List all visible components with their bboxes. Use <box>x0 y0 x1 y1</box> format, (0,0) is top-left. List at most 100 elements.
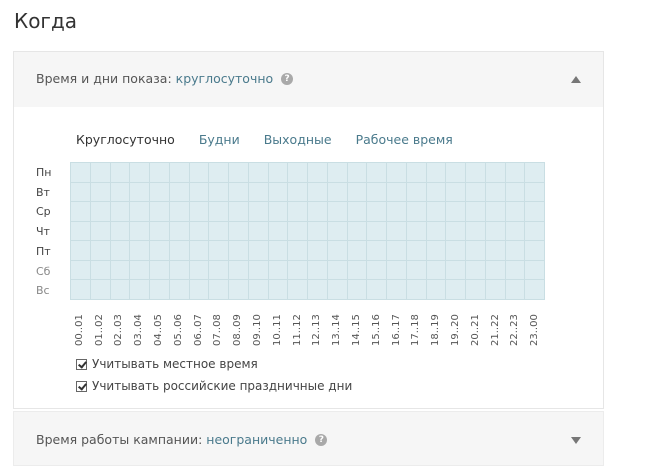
schedule-cell[interactable] <box>110 280 131 300</box>
chevron-down-icon[interactable] <box>571 437 581 444</box>
schedule-cell[interactable] <box>90 241 111 261</box>
schedule-cell[interactable] <box>446 202 466 222</box>
schedule-cell[interactable] <box>406 221 427 242</box>
schedule-cell[interactable] <box>426 163 447 183</box>
schedule-cell[interactable] <box>71 202 91 222</box>
schedule-cell[interactable] <box>327 163 348 183</box>
hour-label[interactable]: 20..21 <box>470 306 482 346</box>
schedule-cell[interactable] <box>229 163 249 183</box>
schedule-cell[interactable] <box>406 202 427 222</box>
hour-label[interactable]: 19..20 <box>450 306 462 346</box>
schedule-cell[interactable] <box>525 260 545 281</box>
hour-label[interactable]: 18..19 <box>430 306 442 346</box>
schedule-cell[interactable] <box>525 182 545 203</box>
schedule-cell[interactable] <box>367 202 387 222</box>
schedule-cell[interactable] <box>466 280 486 300</box>
schedule-cell[interactable] <box>446 182 466 203</box>
schedule-cell[interactable] <box>406 260 427 281</box>
schedule-cell[interactable] <box>347 221 368 242</box>
schedule-panel-header[interactable]: Время и дни показа: круглосуточно ? <box>14 52 603 107</box>
schedule-cell[interactable] <box>466 202 486 222</box>
schedule-cell[interactable] <box>229 241 249 261</box>
schedule-cell[interactable] <box>248 202 269 222</box>
schedule-cell[interactable] <box>347 241 368 261</box>
schedule-cell[interactable] <box>130 221 150 242</box>
schedule-cell[interactable] <box>466 260 486 281</box>
schedule-cell[interactable] <box>525 202 545 222</box>
schedule-cell[interactable] <box>268 241 289 261</box>
schedule-cell[interactable] <box>387 241 407 261</box>
schedule-cell[interactable] <box>387 280 407 300</box>
schedule-cell[interactable] <box>110 260 131 281</box>
schedule-cell[interactable] <box>485 280 506 300</box>
schedule-cell[interactable] <box>505 260 526 281</box>
schedule-cell[interactable] <box>485 221 506 242</box>
schedule-cell[interactable] <box>308 260 328 281</box>
schedule-cell[interactable] <box>169 260 190 281</box>
schedule-cell[interactable] <box>189 260 210 281</box>
schedule-cell[interactable] <box>426 260 447 281</box>
schedule-cell[interactable] <box>209 202 229 222</box>
schedule-cell[interactable] <box>466 221 486 242</box>
schedule-cell[interactable] <box>387 202 407 222</box>
schedule-cell[interactable] <box>229 221 249 242</box>
schedule-cell[interactable] <box>150 163 170 183</box>
schedule-cell[interactable] <box>248 260 269 281</box>
day-label[interactable]: Пн <box>36 163 51 183</box>
schedule-cell[interactable] <box>130 163 150 183</box>
schedule-cell[interactable] <box>505 280 526 300</box>
schedule-cell[interactable] <box>367 163 387 183</box>
hour-label[interactable]: 08..09 <box>232 306 244 346</box>
schedule-cell[interactable] <box>169 163 190 183</box>
schedule-cell[interactable] <box>71 221 91 242</box>
hour-label[interactable]: 16..17 <box>391 306 403 346</box>
schedule-cell[interactable] <box>347 280 368 300</box>
schedule-cell[interactable] <box>248 241 269 261</box>
schedule-cell[interactable] <box>150 202 170 222</box>
schedule-cell[interactable] <box>505 202 526 222</box>
schedule-cell[interactable] <box>308 280 328 300</box>
schedule-cell[interactable] <box>308 182 328 203</box>
schedule-cell[interactable] <box>426 280 447 300</box>
schedule-cell[interactable] <box>209 182 229 203</box>
schedule-cell[interactable] <box>525 221 545 242</box>
help-icon[interactable]: ? <box>315 433 328 446</box>
schedule-cell[interactable] <box>485 260 506 281</box>
schedule-cell[interactable] <box>387 221 407 242</box>
schedule-cell[interactable] <box>525 280 545 300</box>
schedule-cell[interactable] <box>347 260 368 281</box>
schedule-cell[interactable] <box>327 221 348 242</box>
schedule-cell[interactable] <box>466 163 486 183</box>
schedule-cell[interactable] <box>189 182 210 203</box>
preset-working-hours[interactable]: Рабочее время <box>356 132 453 147</box>
schedule-cell[interactable] <box>446 221 466 242</box>
schedule-cell[interactable] <box>169 280 190 300</box>
schedule-cell[interactable] <box>288 241 308 261</box>
schedule-cell[interactable] <box>90 163 111 183</box>
schedule-cell[interactable] <box>209 280 229 300</box>
schedule-cell[interactable] <box>110 241 131 261</box>
schedule-cell[interactable] <box>189 280 210 300</box>
schedule-cell[interactable] <box>288 221 308 242</box>
hour-label[interactable]: 22..23 <box>509 306 521 346</box>
schedule-cell[interactable] <box>150 260 170 281</box>
schedule-cell[interactable] <box>229 280 249 300</box>
schedule-cell[interactable] <box>130 182 150 203</box>
schedule-cell[interactable] <box>446 280 466 300</box>
schedule-cell[interactable] <box>367 182 387 203</box>
schedule-cell[interactable] <box>189 163 210 183</box>
schedule-cell[interactable] <box>308 163 328 183</box>
hour-label[interactable]: 23..00 <box>529 306 541 346</box>
schedule-cell[interactable] <box>426 182 447 203</box>
schedule-cell[interactable] <box>268 182 289 203</box>
schedule-cell[interactable] <box>466 241 486 261</box>
hour-label[interactable]: 17..18 <box>410 306 422 346</box>
hour-label[interactable]: 07..08 <box>212 306 224 346</box>
schedule-cell[interactable] <box>485 182 506 203</box>
schedule-cell[interactable] <box>426 202 447 222</box>
schedule-cell[interactable] <box>367 221 387 242</box>
schedule-cell[interactable] <box>71 163 91 183</box>
schedule-cell[interactable] <box>268 280 289 300</box>
schedule-cell[interactable] <box>446 163 466 183</box>
schedule-cell[interactable] <box>189 241 210 261</box>
